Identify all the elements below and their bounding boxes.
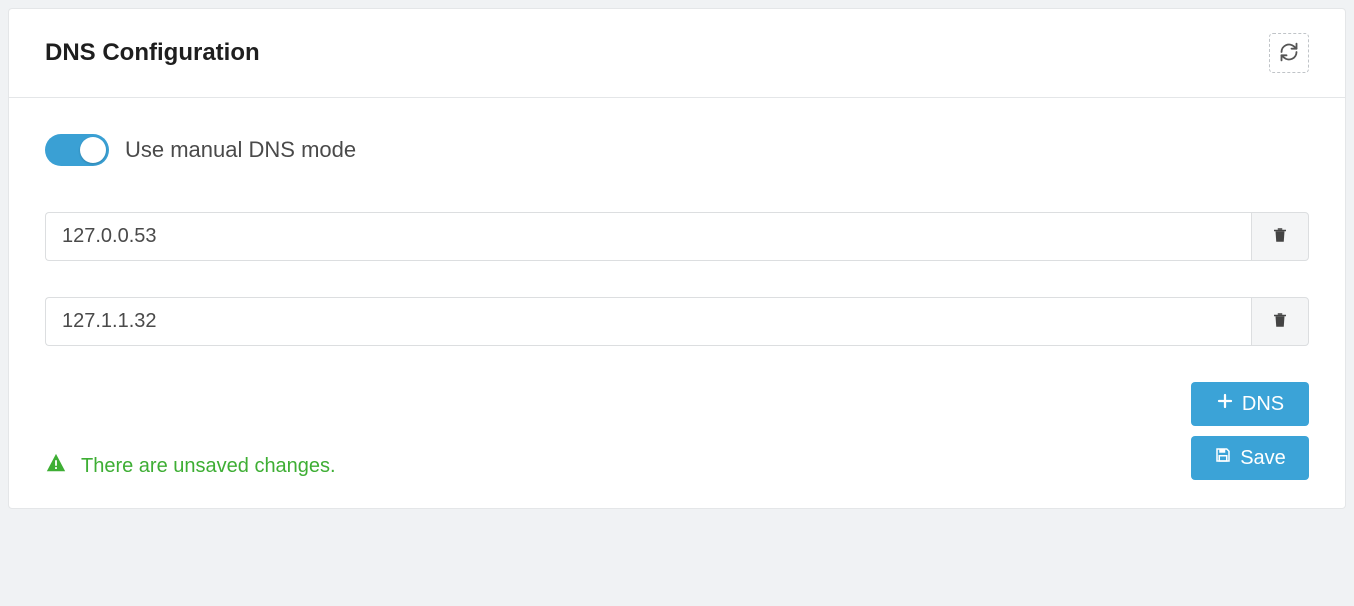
manual-dns-toggle[interactable] xyxy=(45,134,109,166)
manual-dns-toggle-row: Use manual DNS mode xyxy=(45,134,1309,166)
trash-icon xyxy=(1271,311,1289,332)
save-button[interactable]: Save xyxy=(1191,436,1309,480)
trash-icon xyxy=(1271,226,1289,247)
panel-footer: There are unsaved changes. DNS xyxy=(45,382,1309,480)
status-message-text: There are unsaved changes. xyxy=(81,455,336,478)
add-dns-button-label: DNS xyxy=(1242,393,1284,416)
delete-dns-button[interactable] xyxy=(1251,212,1309,261)
dns-input[interactable] xyxy=(45,297,1251,346)
delete-dns-button[interactable] xyxy=(1251,297,1309,346)
panel-title: DNS Configuration xyxy=(45,39,260,67)
plus-icon xyxy=(1216,392,1234,416)
panel-body: Use manual DNS mode xyxy=(9,98,1345,508)
action-buttons: DNS Save xyxy=(1191,382,1309,480)
save-icon xyxy=(1214,446,1232,470)
unsaved-changes-status: There are unsaved changes. xyxy=(45,452,336,480)
dns-config-panel: DNS Configuration Use manual DNS mode xyxy=(8,8,1346,509)
refresh-icon xyxy=(1279,42,1299,65)
save-button-label: Save xyxy=(1240,447,1286,470)
add-dns-button[interactable]: DNS xyxy=(1191,382,1309,426)
panel-header: DNS Configuration xyxy=(9,9,1345,98)
manual-dns-toggle-label: Use manual DNS mode xyxy=(125,137,356,163)
refresh-button[interactable] xyxy=(1269,33,1309,73)
dns-input[interactable] xyxy=(45,212,1251,261)
dns-entry-row xyxy=(45,212,1309,261)
dns-entry-row xyxy=(45,297,1309,346)
warning-icon xyxy=(45,452,67,480)
